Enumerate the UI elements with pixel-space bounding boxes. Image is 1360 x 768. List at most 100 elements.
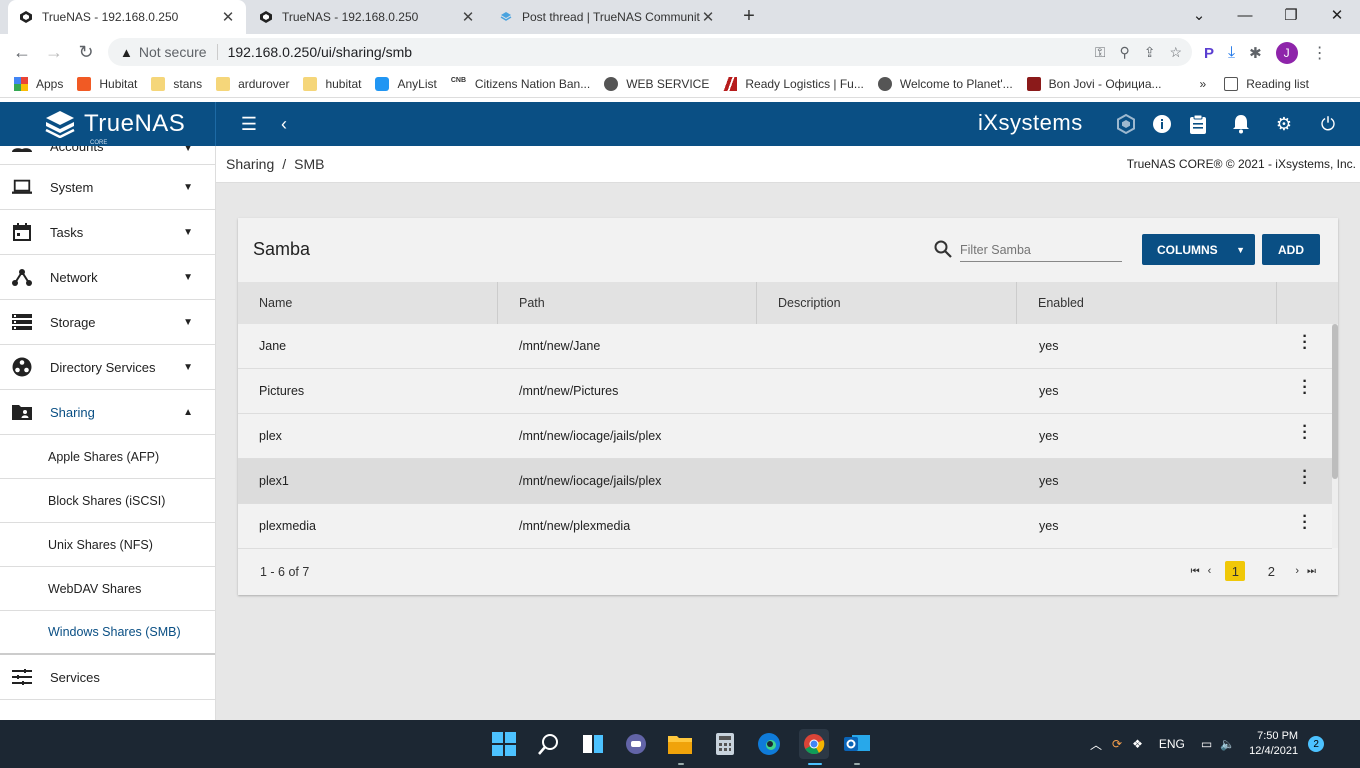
sidebar-subitem-smb[interactable]: Windows Shares (SMB) <box>0 611 215 655</box>
power-icon[interactable]: ⏻ <box>1316 112 1340 136</box>
outlook-icon[interactable] <box>843 730 871 758</box>
language-indicator[interactable]: ENG <box>1159 737 1185 751</box>
chevron-up-icon[interactable]: ︿ <box>1090 736 1102 753</box>
sidebar-subitem-iscsi[interactable]: Block Shares (iSCSI) <box>0 479 215 523</box>
hamburger-menu-icon[interactable]: ☰ <box>237 112 261 136</box>
url-text[interactable]: 192.168.0.250/ui/sharing/smb <box>228 44 412 60</box>
menu-kebab-icon[interactable]: ⋮ <box>1312 43 1328 63</box>
close-window-icon[interactable]: ✕ <box>1314 0 1360 30</box>
bookmark-ready-logistics[interactable]: Ready Logistics | Fu... <box>723 76 864 91</box>
row-menu-kebab-icon[interactable]: · · · <box>1300 419 1310 447</box>
sidebar-item-sharing[interactable]: Sharing ▲ <box>0 390 215 435</box>
next-page-icon[interactable]: › <box>1295 565 1299 577</box>
browser-tab-truenas[interactable]: TrueNAS - 192.168.0.250 ✕ <box>248 0 486 34</box>
reload-icon[interactable]: ↻ <box>70 36 102 68</box>
sidebar-item-directory-services[interactable]: Directory Services ▼ <box>0 345 215 390</box>
column-header-name[interactable]: Name <box>238 282 498 324</box>
columns-button[interactable]: COLUMNS ▼ <box>1142 234 1255 265</box>
column-header-path[interactable]: Path <box>498 282 757 324</box>
row-menu-kebab-icon[interactable]: · · · <box>1300 464 1310 492</box>
bookmark-planet[interactable]: Welcome to Planet'... <box>877 76 1013 91</box>
dropbox-icon[interactable]: ❖ <box>1132 737 1143 751</box>
search-icon[interactable] <box>535 730 563 758</box>
bookmark-hubitat[interactable]: Hubitat <box>77 76 137 91</box>
info-icon[interactable] <box>1150 112 1174 136</box>
browser-tab-community[interactable]: Post thread | TrueNAS Communit ✕ <box>488 0 726 34</box>
gear-icon[interactable]: ⚙ <box>1272 112 1296 136</box>
calculator-icon[interactable] <box>711 730 739 758</box>
bookmark-web-service[interactable]: WEB SERVICE <box>604 76 709 91</box>
notification-badge[interactable]: 2 <box>1308 736 1325 752</box>
more-bookmarks-icon[interactable]: » <box>1200 77 1207 91</box>
column-header-enabled[interactable]: Enabled <box>1017 282 1277 324</box>
first-page-icon[interactable]: ⏮ <box>1191 566 1200 577</box>
bookmark-apps[interactable]: Apps <box>14 76 63 91</box>
not-secure-label[interactable]: Not secure <box>139 44 207 60</box>
puzzle-icon[interactable]: ✱ <box>1249 44 1262 62</box>
tab-search-icon[interactable]: ⌄ <box>1176 0 1222 30</box>
chevron-left-icon[interactable]: ‹ <box>272 112 296 136</box>
close-tab-icon[interactable]: ✕ <box>700 8 716 26</box>
sync-icon[interactable]: ⟳ <box>1112 737 1122 751</box>
browser-tab-truenas-active[interactable]: TrueNAS - 192.168.0.250 ✕ <box>8 0 246 34</box>
sidebar-item-storage[interactable]: Storage ▼ <box>0 300 215 345</box>
prev-page-icon[interactable]: ‹ <box>1208 565 1212 577</box>
sidebar-item-system[interactable]: System ▼ <box>0 165 215 210</box>
breadcrumb-sharing[interactable]: Sharing <box>226 156 274 172</box>
file-explorer-icon[interactable] <box>666 730 694 758</box>
scrollbar-thumb[interactable] <box>1332 324 1338 479</box>
restore-icon[interactable]: ❐ <box>1268 0 1314 30</box>
key-icon[interactable]: ⚿ <box>1095 44 1106 61</box>
bookmark-hubitat-folder[interactable]: hubitat <box>303 76 361 91</box>
star-icon[interactable]: ☆ <box>1169 44 1182 61</box>
bookmark-anylist[interactable]: AnyList <box>375 76 437 91</box>
start-icon[interactable] <box>490 730 518 758</box>
close-tab-icon[interactable]: ✕ <box>220 8 236 26</box>
sidebar-item-services[interactable]: Services <box>0 655 215 700</box>
network-icon[interactable]: ▭ <box>1201 737 1212 751</box>
table-row[interactable]: Pictures /mnt/new/Pictures yes · · · <box>238 369 1332 414</box>
column-header-description[interactable]: Description <box>757 282 1017 324</box>
bookmark-citizens[interactable]: CNB Citizens Nation Ban... <box>451 77 590 91</box>
page-1-button[interactable]: 1 <box>1225 561 1246 581</box>
share-icon[interactable]: ⇪ <box>1144 44 1156 61</box>
extension-p-icon[interactable]: P <box>1204 45 1214 62</box>
add-button[interactable]: ADD <box>1262 234 1320 265</box>
bookmark-stans[interactable]: stans <box>151 76 202 91</box>
page-2-button[interactable]: 2 <box>1261 561 1281 581</box>
avatar[interactable]: J <box>1275 42 1298 64</box>
row-menu-kebab-icon[interactable]: · · · <box>1300 329 1310 357</box>
chrome-icon[interactable] <box>799 729 829 759</box>
truecommand-icon[interactable] <box>1114 112 1138 136</box>
last-page-icon[interactable]: ⏭ <box>1307 566 1316 577</box>
bookmark-bon-jovi[interactable]: Bon Jovi - Официа... <box>1026 76 1162 91</box>
reading-list[interactable]: Reading list <box>1224 76 1309 91</box>
back-arrow-icon[interactable]: ← <box>6 36 38 68</box>
bell-icon[interactable] <box>1229 112 1253 136</box>
new-tab-button[interactable]: + <box>738 5 760 27</box>
download-icon[interactable]: ⤓ <box>1228 44 1235 62</box>
zoom-icon[interactable]: ⚲ <box>1119 44 1129 61</box>
table-row[interactable]: plexmedia /mnt/new/plexmedia yes · · · <box>238 504 1332 549</box>
sidebar-subitem-afp[interactable]: Apple Shares (AFP) <box>0 435 215 479</box>
clock[interactable]: 7:50 PM 12/4/2021 <box>1249 729 1298 759</box>
filter-input[interactable] <box>960 238 1122 262</box>
sidebar-item-accounts[interactable]: Accounts ▼ <box>0 146 215 165</box>
forward-arrow-icon[interactable]: → <box>38 36 70 68</box>
table-row[interactable]: plex1 /mnt/new/iocage/jails/plex yes · · · <box>238 459 1332 504</box>
teams-chat-icon[interactable] <box>622 730 650 758</box>
table-row[interactable]: plex /mnt/new/iocage/jails/plex yes · · · <box>238 414 1332 459</box>
truenas-logo[interactable]: TrueNAS CORE <box>44 110 185 146</box>
table-scrollbar[interactable] <box>1332 324 1338 548</box>
row-menu-kebab-icon[interactable]: · · · <box>1300 509 1310 537</box>
sidebar-subitem-nfs[interactable]: Unix Shares (NFS) <box>0 523 215 567</box>
sidebar-item-network[interactable]: Network ▼ <box>0 255 215 300</box>
warning-icon[interactable]: ▲ <box>120 45 133 60</box>
clipboard-icon[interactable] <box>1186 112 1210 136</box>
table-row[interactable]: Jane /mnt/new/Jane yes · · · <box>238 324 1332 369</box>
omnibox[interactable]: ▲ Not secure 192.168.0.250/ui/sharing/sm… <box>108 38 1192 66</box>
sidebar-item-tasks[interactable]: Tasks ▼ <box>0 210 215 255</box>
row-menu-kebab-icon[interactable]: · · · <box>1300 374 1310 402</box>
close-tab-icon[interactable]: ✕ <box>460 8 476 26</box>
task-view-icon[interactable] <box>579 730 607 758</box>
